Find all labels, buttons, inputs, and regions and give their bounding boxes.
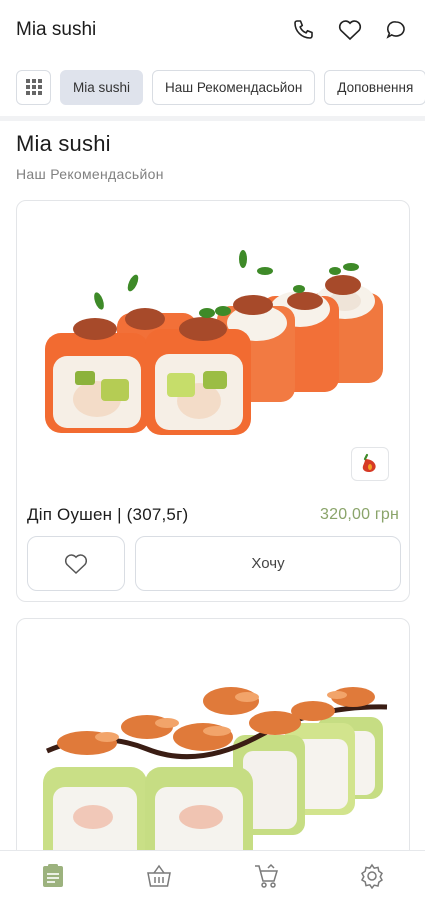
grid-icon[interactable] (16, 69, 51, 105)
section-divider (0, 116, 425, 121)
product-name: Діп Оушен | (307,5г) (27, 505, 189, 524)
settings-icon (360, 863, 383, 889)
section-subtitle: Наш Рекомендасьйон (16, 166, 164, 182)
phone-icon[interactable] (291, 17, 317, 43)
heart-icon[interactable] (337, 17, 363, 43)
chili-pepper-icon (351, 447, 389, 481)
category-bar: Mia sushi Наш Рекомендасьйон Доповнення (0, 64, 425, 110)
nav-settings[interactable] (347, 853, 397, 899)
chat-icon[interactable] (383, 17, 409, 43)
bottom-nav (0, 850, 425, 900)
menu-icon (43, 863, 64, 887)
category-chip-additions[interactable]: Доповнення (324, 69, 425, 105)
category-chip-mia-sushi[interactable]: Mia sushi (60, 69, 144, 105)
want-button[interactable]: Хочу (135, 536, 401, 591)
nav-menu[interactable] (28, 853, 78, 899)
favorite-button[interactable] (27, 536, 125, 591)
product-card[interactable] (16, 618, 410, 878)
category-chip-recommendation[interactable]: Наш Рекомендасьйон (152, 69, 316, 105)
app-title: Mia sushi (16, 19, 97, 40)
nav-basket[interactable] (134, 853, 184, 899)
cart-icon (254, 863, 278, 888)
section-title: Mia sushi (16, 131, 111, 156)
product-image (43, 687, 388, 877)
app-header: Mia sushi (0, 0, 425, 60)
basket-icon (147, 864, 172, 887)
heart-outline-icon (64, 553, 88, 574)
product-image (45, 250, 383, 435)
nav-cart[interactable] (241, 853, 291, 899)
product-card[interactable]: Діп Оушен | (307,5г) 320,00 грн Хочу (16, 200, 410, 602)
product-price: 320,00 грн (320, 506, 399, 523)
header-actions (291, 17, 409, 43)
